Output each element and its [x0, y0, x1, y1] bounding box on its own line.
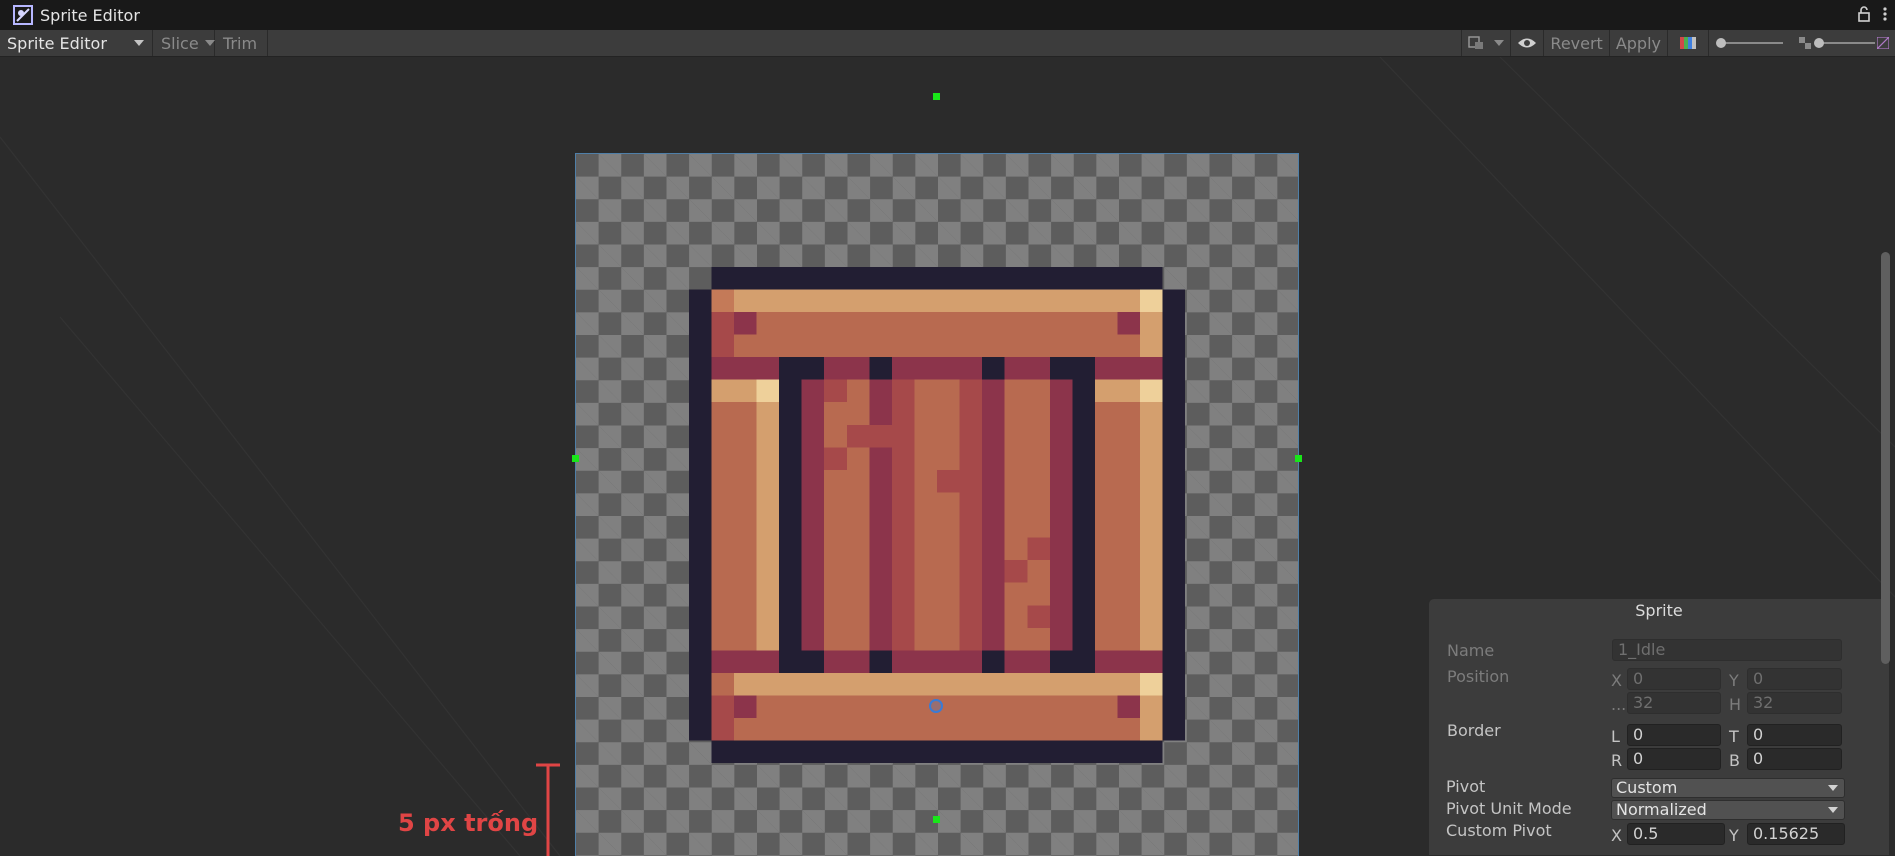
window-title: Sprite Editor — [40, 5, 140, 25]
apply-button[interactable]: Apply — [1608, 30, 1667, 56]
pos-x-axis: X — [1611, 671, 1622, 690]
crate-sprite — [688, 266, 1186, 764]
border-l-axis: L — [1611, 727, 1620, 746]
apply-label: Apply — [1615, 33, 1661, 53]
sprite-editor-icon — [13, 5, 33, 25]
mipmap-icon — [1877, 37, 1889, 49]
custom-pivot-y-field[interactable]: 0.15625 — [1747, 823, 1845, 845]
border-t-axis: T — [1729, 727, 1739, 746]
custom-pivot-x-axis: X — [1611, 826, 1622, 845]
border-t-field[interactable]: 0 — [1747, 724, 1842, 746]
revert-label: Revert — [1550, 33, 1603, 53]
slice-label: Slice — [161, 33, 199, 53]
sprite-name-field[interactable]: 1_Idle — [1612, 639, 1842, 661]
border-l-field[interactable]: 0 — [1627, 724, 1721, 746]
zoom-slider[interactable] — [1708, 30, 1793, 56]
border-r-field[interactable]: 0 — [1627, 748, 1721, 770]
chevron-down-icon — [1828, 807, 1838, 813]
border-label: Border — [1447, 721, 1501, 740]
border-b-axis: B — [1729, 751, 1740, 770]
pivot-tool-icon — [1468, 36, 1484, 49]
color-channel-toggle[interactable] — [1667, 30, 1708, 56]
vertical-scrollbar[interactable] — [1881, 252, 1890, 664]
chevron-down-icon — [134, 40, 144, 46]
preview-toggle[interactable] — [1510, 30, 1543, 56]
pivot-select[interactable]: Custom — [1611, 778, 1845, 798]
custom-pivot-x-field[interactable]: 0.5 — [1627, 823, 1725, 845]
trim-label: Trim — [223, 33, 258, 53]
sprite-rect[interactable] — [575, 153, 1299, 856]
color-channels-icon — [1680, 37, 1696, 49]
pivot-tool-dropdown[interactable] — [1461, 30, 1510, 56]
sprite-properties-panel: Sprite Name 1_Idle Position X 0 Y 0 ... … — [1428, 598, 1890, 856]
border-b-field[interactable]: 0 — [1747, 748, 1842, 770]
toolbar: Sprite Editor Slice Trim Revert Apply — [0, 30, 1895, 57]
spacing-annotation: 5 px trống — [398, 809, 539, 837]
slice-dropdown[interactable]: Slice — [153, 30, 215, 56]
chevron-down-icon — [204, 40, 215, 46]
resize-handle-right[interactable] — [1295, 455, 1302, 462]
resize-handle-left[interactable] — [572, 455, 579, 462]
pivot-handle[interactable] — [929, 699, 943, 713]
title-bar: Sprite Editor — [0, 0, 1895, 30]
border-r-axis: R — [1611, 751, 1623, 770]
lock-icon[interactable] — [1857, 6, 1871, 22]
position-x-field[interactable]: 0 — [1627, 668, 1721, 690]
editor-mode-label: Sprite Editor — [7, 33, 107, 53]
pos-w-axis: ... — [1611, 695, 1627, 714]
position-w-field[interactable]: 32 — [1627, 692, 1721, 714]
position-y-field[interactable]: 0 — [1747, 668, 1842, 690]
editor-mode-dropdown[interactable]: Sprite Editor — [0, 30, 153, 56]
resize-handle-bottom[interactable] — [933, 816, 940, 823]
pivot-label: Pivot — [1446, 777, 1486, 796]
pivot-unit-select[interactable]: Normalized — [1611, 800, 1845, 820]
custom-pivot-y-axis: Y — [1729, 826, 1739, 845]
custom-pivot-label: Custom Pivot — [1446, 821, 1552, 840]
name-label: Name — [1447, 641, 1495, 660]
resize-handle-top[interactable] — [933, 93, 940, 100]
mipmap-icon — [1799, 37, 1811, 49]
zoom-slider-track — [1716, 38, 1783, 48]
mip-slider[interactable] — [1793, 30, 1895, 56]
revert-button[interactable]: Revert — [1543, 30, 1608, 56]
spacing-bracket — [536, 763, 560, 856]
pivot-unit-label: Pivot Unit Mode — [1446, 799, 1572, 818]
pos-y-axis: Y — [1729, 671, 1739, 690]
trim-button[interactable]: Trim — [215, 30, 268, 56]
eye-icon — [1518, 38, 1537, 48]
position-label: Position — [1447, 667, 1510, 686]
pos-h-axis: H — [1729, 695, 1742, 714]
mip-slider-track — [1814, 38, 1875, 48]
panel-title: Sprite — [1635, 601, 1683, 620]
chevron-down-icon — [1494, 40, 1505, 46]
pivot-unit-select-value: Normalized — [1616, 800, 1707, 819]
position-h-field[interactable]: 32 — [1747, 692, 1842, 714]
pivot-select-value: Custom — [1616, 778, 1678, 797]
chevron-down-icon — [1828, 785, 1838, 791]
more-options-icon[interactable] — [1883, 6, 1887, 22]
